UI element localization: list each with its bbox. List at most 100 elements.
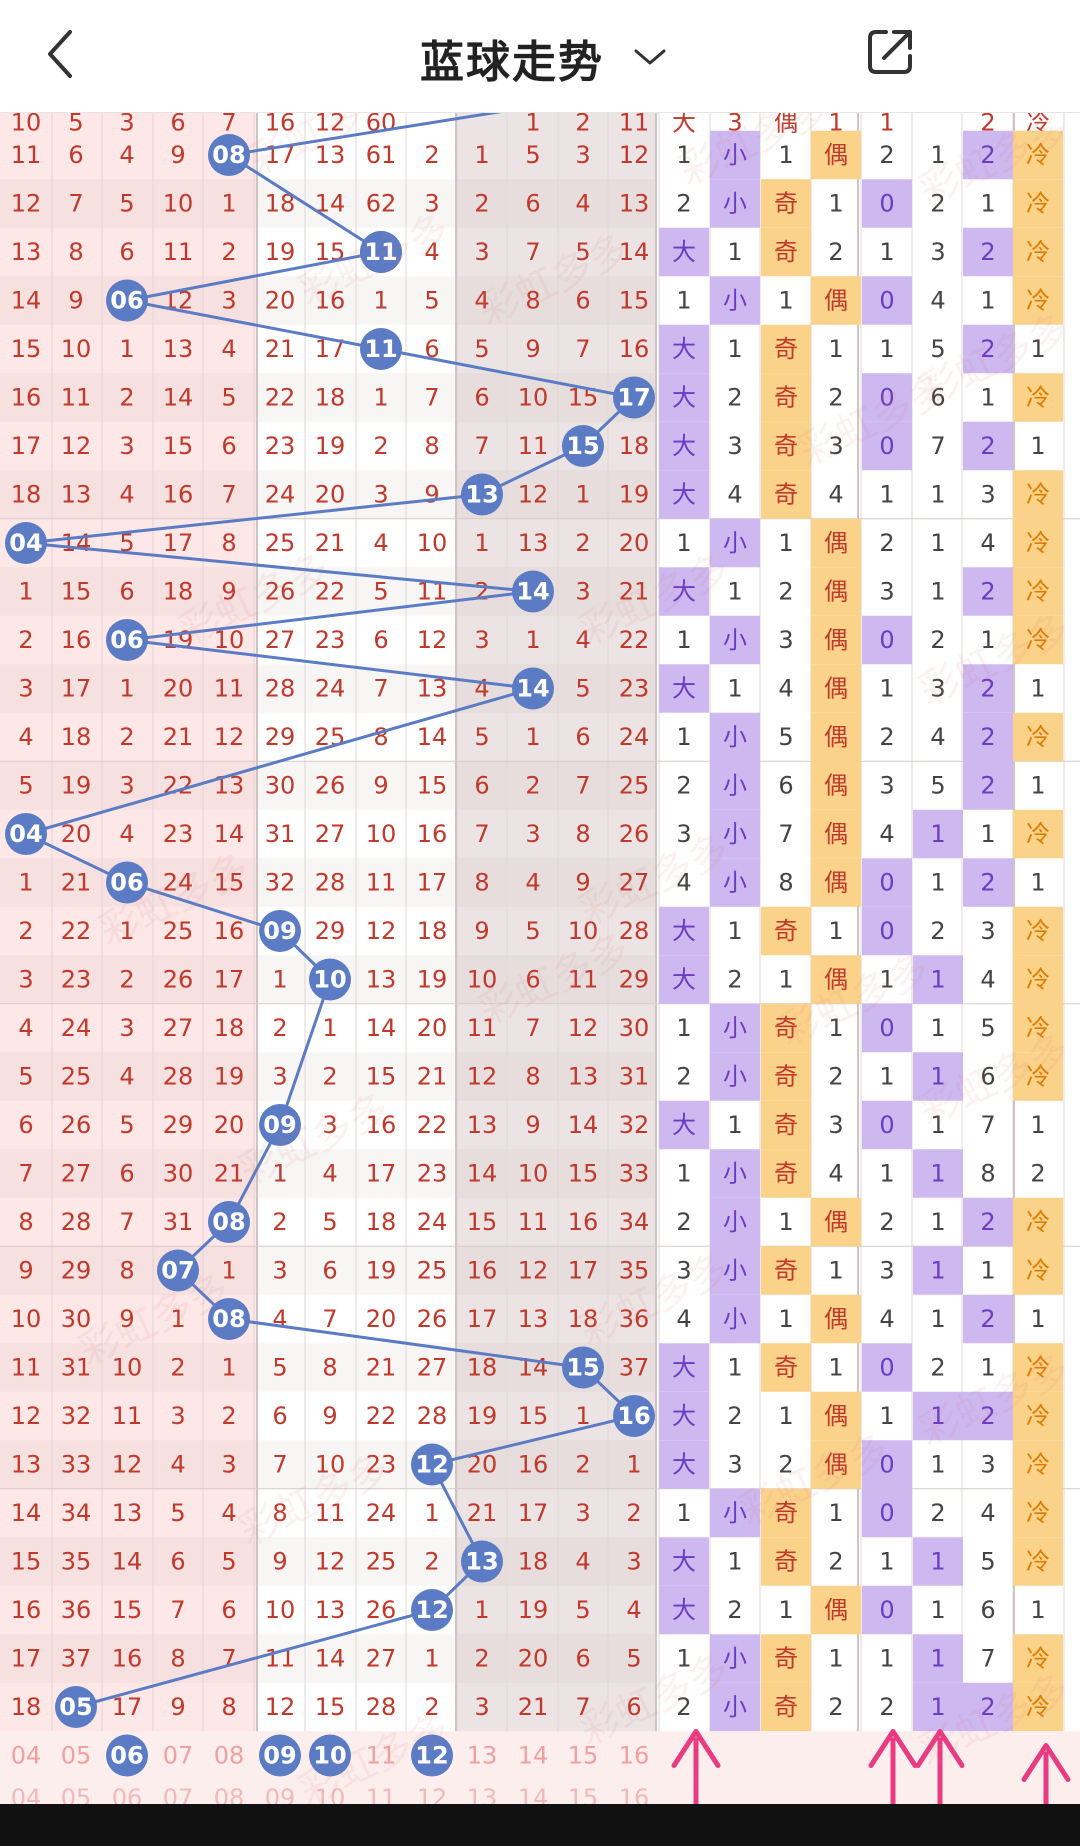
parity-count: 1 <box>778 1305 793 1333</box>
row-serial: 3 <box>18 675 33 703</box>
row-serial: 2 <box>18 917 33 945</box>
parity-count: 1 <box>828 917 843 945</box>
cell-value: 5 <box>221 1548 236 1576</box>
row-serial: 18 <box>11 1693 42 1721</box>
cell-value: 4 <box>119 1063 134 1091</box>
size-label: 大 <box>672 966 696 994</box>
row-serial: 8 <box>18 1208 33 1236</box>
drawn-number-ball: 04 <box>5 813 47 855</box>
cell-value: 27 <box>417 1354 448 1382</box>
drawn-number-ball: 14 <box>512 570 554 613</box>
footer-number[interactable]: 16 <box>619 1742 650 1770</box>
row-serial: 1 <box>18 869 33 897</box>
size-count: 2 <box>676 772 691 800</box>
footer-number[interactable]: 08 <box>214 1742 245 1770</box>
row-serial: 11 <box>11 1354 42 1382</box>
cell-value: 6 <box>575 723 590 751</box>
footer-number[interactable]: 13 <box>467 1742 498 1770</box>
cell-value: 7 <box>272 1451 287 1479</box>
footer-number[interactable]: 14 <box>518 1742 549 1770</box>
drawn-number-ball: 13 <box>461 473 503 516</box>
footer-number[interactable]: 07 <box>163 1742 194 1770</box>
parity-label: 偶 <box>824 1305 848 1333</box>
ball-number: 08 <box>212 141 245 169</box>
parity-count: 3 <box>778 626 793 654</box>
cell-value: 17 <box>417 869 448 897</box>
parity-count: 4 <box>828 1160 843 1188</box>
footer-ball-number: 06 <box>110 1742 143 1770</box>
cell-value: 16 <box>467 1257 498 1285</box>
drawn-number-ball: 08 <box>208 1201 250 1243</box>
back-arrow-icon[interactable] <box>36 24 90 84</box>
drawn-number-ball: 14 <box>512 667 554 710</box>
cell-value: 37 <box>61 1645 92 1673</box>
parity-label: 偶 <box>824 1402 848 1430</box>
cell-value: 3 <box>474 238 489 266</box>
cell-value: 7 <box>575 335 590 363</box>
ball-number: 13 <box>465 1548 498 1576</box>
cell-value: 26 <box>315 772 346 800</box>
footer-selected-ball[interactable]: 06 <box>106 1734 148 1777</box>
cell-value: 5 <box>626 1645 641 1673</box>
parity-count: 1 <box>778 1402 793 1430</box>
ball-number: 08 <box>212 1208 245 1236</box>
partial-cell: 6 <box>170 112 185 137</box>
cell-value: 32 <box>265 869 296 897</box>
cell-value: 16 <box>518 1451 549 1479</box>
row-serial: 13 <box>11 1451 42 1479</box>
cell-value: 6 <box>575 1645 590 1673</box>
road-value: 2 <box>980 1208 995 1236</box>
ball-number: 05 <box>59 1693 92 1721</box>
parity-label: 奇 <box>774 1645 798 1673</box>
cell-value: 20 <box>315 481 346 509</box>
size-count: 1 <box>727 1548 742 1576</box>
size-count: 4 <box>727 481 742 509</box>
size-count: 1 <box>676 723 691 751</box>
hot-label: 冷 <box>1026 238 1050 266</box>
cell-value: 2 <box>272 1014 287 1042</box>
cell-value: 6 <box>474 384 489 412</box>
ball-number: 14 <box>516 578 549 606</box>
cell-value: 14 <box>61 529 92 557</box>
size-count: 2 <box>676 1063 691 1091</box>
cell-value: 27 <box>61 1160 92 1188</box>
cell-value: 2 <box>272 1208 287 1236</box>
partial-cell: 7 <box>221 112 236 137</box>
share-icon[interactable] <box>862 24 918 80</box>
cell-value: 1 <box>424 1499 439 1527</box>
page-title[interactable]: 蓝球走势 <box>420 26 604 90</box>
parity-count: 1 <box>778 1596 793 1624</box>
footer-selected-ball[interactable]: 09 <box>259 1734 301 1777</box>
footer-partial-number: 07 <box>163 1784 194 1804</box>
road-value: 1 <box>930 1305 945 1333</box>
cell-value: 21 <box>265 335 296 363</box>
cell-value: 2 <box>322 1063 337 1091</box>
cell-value: 29 <box>163 1111 194 1139</box>
cell-value: 14 <box>417 723 448 751</box>
row-serial: 9 <box>18 1257 33 1285</box>
cell-value: 5 <box>322 1208 337 1236</box>
row-serial: 3 <box>18 966 33 994</box>
cell-value: 6 <box>119 238 134 266</box>
cell-value: 13 <box>366 966 397 994</box>
chevron-down-icon[interactable] <box>632 42 668 72</box>
cell-value: 4 <box>575 190 590 218</box>
parity-label: 偶 <box>824 287 848 315</box>
cell-value: 20 <box>214 1111 245 1139</box>
cell-value: 19 <box>265 238 296 266</box>
cell-value: 12 <box>417 626 448 654</box>
road-value: 1 <box>879 238 894 266</box>
footer-number[interactable]: 05 <box>61 1742 92 1770</box>
drawn-number-ball: 10 <box>309 958 351 1001</box>
cell-value: 15 <box>568 1160 599 1188</box>
cell-value: 30 <box>619 1014 650 1042</box>
road-value: 0 <box>879 1111 894 1139</box>
cell-value: 3 <box>170 1402 185 1430</box>
road-value: 5 <box>930 772 945 800</box>
footer-number[interactable]: 04 <box>11 1742 42 1770</box>
cell-value: 21 <box>366 1354 397 1382</box>
cell-value: 17 <box>214 966 245 994</box>
size-label: 大 <box>672 1354 696 1382</box>
cell-value: 13 <box>518 1305 549 1333</box>
parity-label: 奇 <box>774 1257 798 1285</box>
